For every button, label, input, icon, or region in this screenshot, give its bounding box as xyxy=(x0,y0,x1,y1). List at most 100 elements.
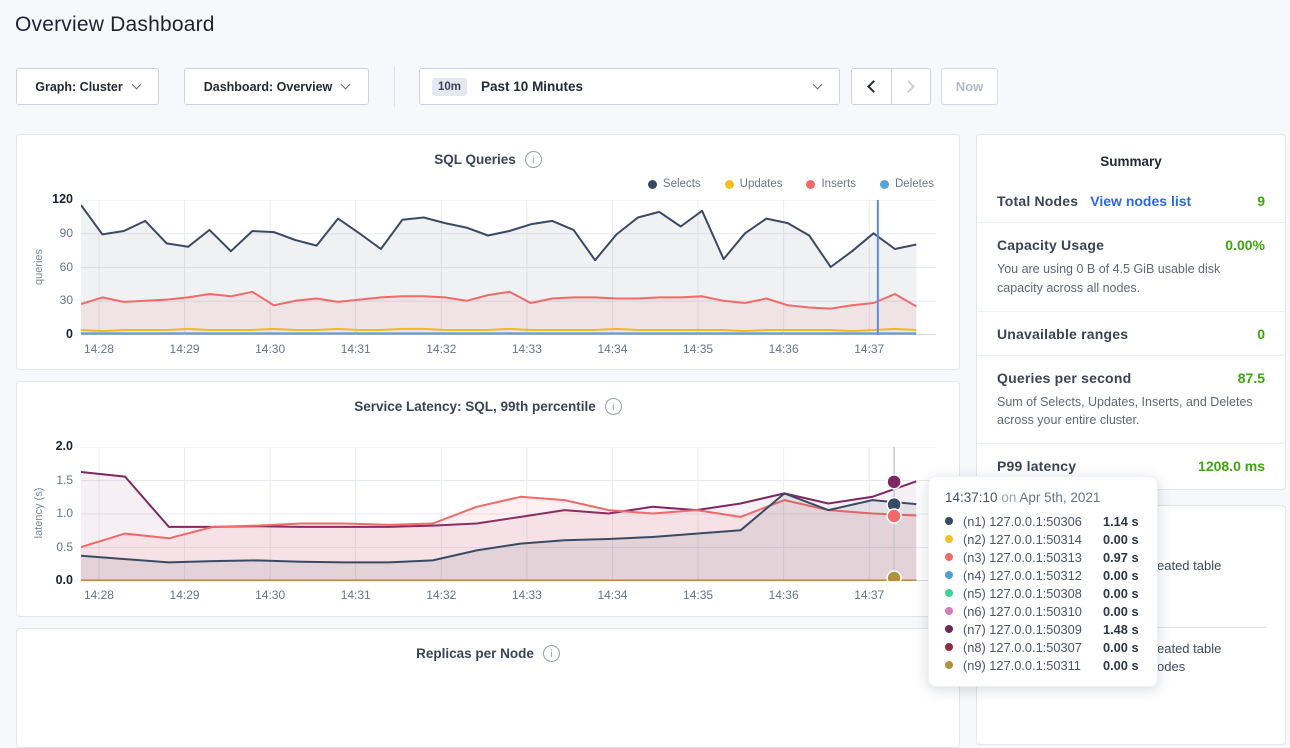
summary-row-value: 9 xyxy=(1257,193,1265,209)
tooltip-node-value: 0.00 s xyxy=(1103,658,1139,673)
tooltip-node-row: (n8) 127.0.0.1:503070.00 s xyxy=(945,638,1141,656)
summary-title: Summary xyxy=(977,135,1285,169)
page-title: Overview Dashboard xyxy=(15,13,215,37)
y-axis-tick-label: 0.0 xyxy=(33,573,73,587)
tooltip-node-label: (n4) 127.0.0.1:50312 xyxy=(963,568,1103,583)
tooltip-node-row: (n6) 127.0.0.1:503100.00 s xyxy=(945,602,1141,620)
legend-item: Deletes xyxy=(880,178,934,190)
legend-label: Inserts xyxy=(821,178,856,190)
x-axis-tick-label: 14:33 xyxy=(503,588,551,602)
x-axis-tick-label: 14:35 xyxy=(674,342,722,356)
tooltip-node-value: 0.00 s xyxy=(1103,532,1139,547)
x-axis-tick-label: 14:37 xyxy=(845,588,893,602)
summary-row-value: 87.5 xyxy=(1238,370,1265,386)
x-axis-tick-label: 14:34 xyxy=(588,588,636,602)
node-color-dot-icon xyxy=(945,625,953,633)
y-axis-tick-label: 0 xyxy=(33,327,73,341)
time-range-badge: 10m xyxy=(432,78,467,96)
tooltip-node-rows: (n1) 127.0.0.1:503061.14 s(n2) 127.0.0.1… xyxy=(945,512,1141,674)
tooltip-node-row: (n3) 127.0.0.1:503130.97 s xyxy=(945,548,1141,566)
dashboard-dropdown[interactable]: Dashboard: Overview xyxy=(184,68,369,105)
now-button[interactable]: Now xyxy=(941,68,998,105)
summary-row-label: Unavailable ranges xyxy=(997,326,1128,342)
tooltip-node-label: (n8) 127.0.0.1:50307 xyxy=(963,640,1103,655)
sql-queries-plot[interactable] xyxy=(81,200,936,335)
tooltip-node-label: (n6) 127.0.0.1:50310 xyxy=(963,604,1103,619)
node-color-dot-icon xyxy=(945,589,953,597)
tooltip-node-row: (n1) 127.0.0.1:503061.14 s xyxy=(945,512,1141,530)
tooltip-node-row: (n9) 127.0.0.1:503110.00 s xyxy=(945,656,1141,674)
chevron-down-icon xyxy=(131,80,141,90)
summary-row: Total Nodes View nodes list 9 xyxy=(977,179,1285,222)
tooltip-node-label: (n2) 127.0.0.1:50314 xyxy=(963,532,1103,547)
node-color-dot-icon xyxy=(945,643,953,651)
y-axis-tick-label: 120 xyxy=(33,192,73,206)
graph-dropdown-label: Graph: Cluster xyxy=(35,80,123,94)
tooltip-node-label: (n9) 127.0.0.1:50311 xyxy=(963,658,1103,673)
node-color-dot-icon xyxy=(945,571,953,579)
x-axis-tick-label: 14:34 xyxy=(588,342,636,356)
tooltip-node-value: 1.48 s xyxy=(1103,622,1139,637)
chart-hover-tooltip: 14:37:10 on Apr 5th, 2021 (n1) 127.0.0.1… xyxy=(928,476,1158,687)
info-icon[interactable]: i xyxy=(543,645,560,662)
summary-row: Queries per second87.5Sum of Selects, Up… xyxy=(977,355,1285,444)
overview-dashboard-page: Overview Dashboard Graph: Cluster Dashbo… xyxy=(0,0,1290,689)
node-color-dot-icon xyxy=(945,553,953,561)
node-color-dot-icon xyxy=(945,607,953,615)
tooltip-node-label: (n5) 127.0.0.1:50308 xyxy=(963,586,1103,601)
time-range-selector[interactable]: 10m Past 10 Minutes xyxy=(419,68,840,105)
summary-row-description: You are using 0 B of 4.5 GiB usable disk… xyxy=(997,260,1265,298)
sql-legend: Selects Updates Inserts Deletes xyxy=(648,178,934,190)
legend-item: Updates xyxy=(725,178,783,190)
tooltip-node-value: 0.00 s xyxy=(1103,604,1139,619)
x-axis-tick-label: 14:32 xyxy=(417,588,465,602)
tooltip-node-value: 0.97 s xyxy=(1103,550,1139,565)
x-axis-tick-label: 14:28 xyxy=(75,342,123,356)
tooltip-node-label: (n1) 127.0.0.1:50306 xyxy=(963,514,1103,529)
chevron-left-icon xyxy=(867,80,880,93)
x-axis-tick-label: 14:35 xyxy=(674,588,722,602)
x-axis-tick-label: 14:36 xyxy=(760,342,808,356)
tooltip-node-label: (n7) 127.0.0.1:50309 xyxy=(963,622,1103,637)
sql-queries-title: SQL Queries xyxy=(434,152,516,167)
tooltip-node-row: (n7) 127.0.0.1:503091.48 s xyxy=(945,620,1141,638)
summary-row-label: Capacity Usage xyxy=(997,237,1104,253)
x-axis-tick-label: 14:29 xyxy=(161,342,209,356)
summary-row-value: 0 xyxy=(1257,326,1265,342)
legend-item: Inserts xyxy=(806,178,856,190)
event-text-fragment: odes xyxy=(1157,659,1185,674)
sql-queries-panel: SQL Queries i Selects Updates Inserts Delet… xyxy=(16,134,960,370)
event-text-fragment: eated table xyxy=(1157,641,1221,656)
summary-row-description: Sum of Selects, Updates, Inserts, and De… xyxy=(997,393,1265,431)
info-icon[interactable]: i xyxy=(605,398,622,415)
x-axis-tick-label: 14:29 xyxy=(161,588,209,602)
info-icon[interactable]: i xyxy=(525,151,542,168)
tooltip-node-value: 0.00 s xyxy=(1103,586,1139,601)
node-color-dot-icon xyxy=(945,535,953,543)
x-axis-tick-label: 14:32 xyxy=(417,342,465,356)
service-latency-panel: Service Latency: SQL, 99th percentile i … xyxy=(16,381,960,617)
y-axis-tick-label: 2.0 xyxy=(33,439,73,453)
summary-row-label: Total Nodes xyxy=(997,193,1078,209)
summary-row-label: P99 latency xyxy=(997,458,1076,474)
tooltip-node-value: 0.00 s xyxy=(1103,568,1139,583)
time-prev-button[interactable] xyxy=(852,69,891,104)
x-axis-tick-label: 14:31 xyxy=(332,588,380,602)
legend-dot-icon xyxy=(806,180,815,189)
service-latency-plot[interactable] xyxy=(81,447,936,581)
time-next-button[interactable] xyxy=(891,69,930,104)
x-axis-tick-label: 14:31 xyxy=(332,342,380,356)
summary-row: Capacity Usage0.00%You are using 0 B of … xyxy=(977,222,1285,311)
tooltip-node-row: (n2) 127.0.0.1:503140.00 s xyxy=(945,530,1141,548)
chevron-right-icon xyxy=(903,80,916,93)
tooltip-node-row: (n5) 127.0.0.1:503080.00 s xyxy=(945,584,1141,602)
legend-item: Selects xyxy=(648,178,701,190)
legend-label: Deletes xyxy=(895,178,934,190)
summary-rows: Total Nodes View nodes list 9 Capacity Usag… xyxy=(977,179,1285,487)
x-axis-tick-label: 14:28 xyxy=(75,588,123,602)
graph-dropdown[interactable]: Graph: Cluster xyxy=(16,68,159,105)
view-nodes-list-link[interactable]: View nodes list xyxy=(1090,193,1191,209)
summary-panel: Summary Total Nodes View nodes list 9 Capac… xyxy=(976,134,1286,490)
event-text-fragment: eated table xyxy=(1157,558,1221,573)
tooltip-node-value: 1.14 s xyxy=(1103,514,1139,529)
